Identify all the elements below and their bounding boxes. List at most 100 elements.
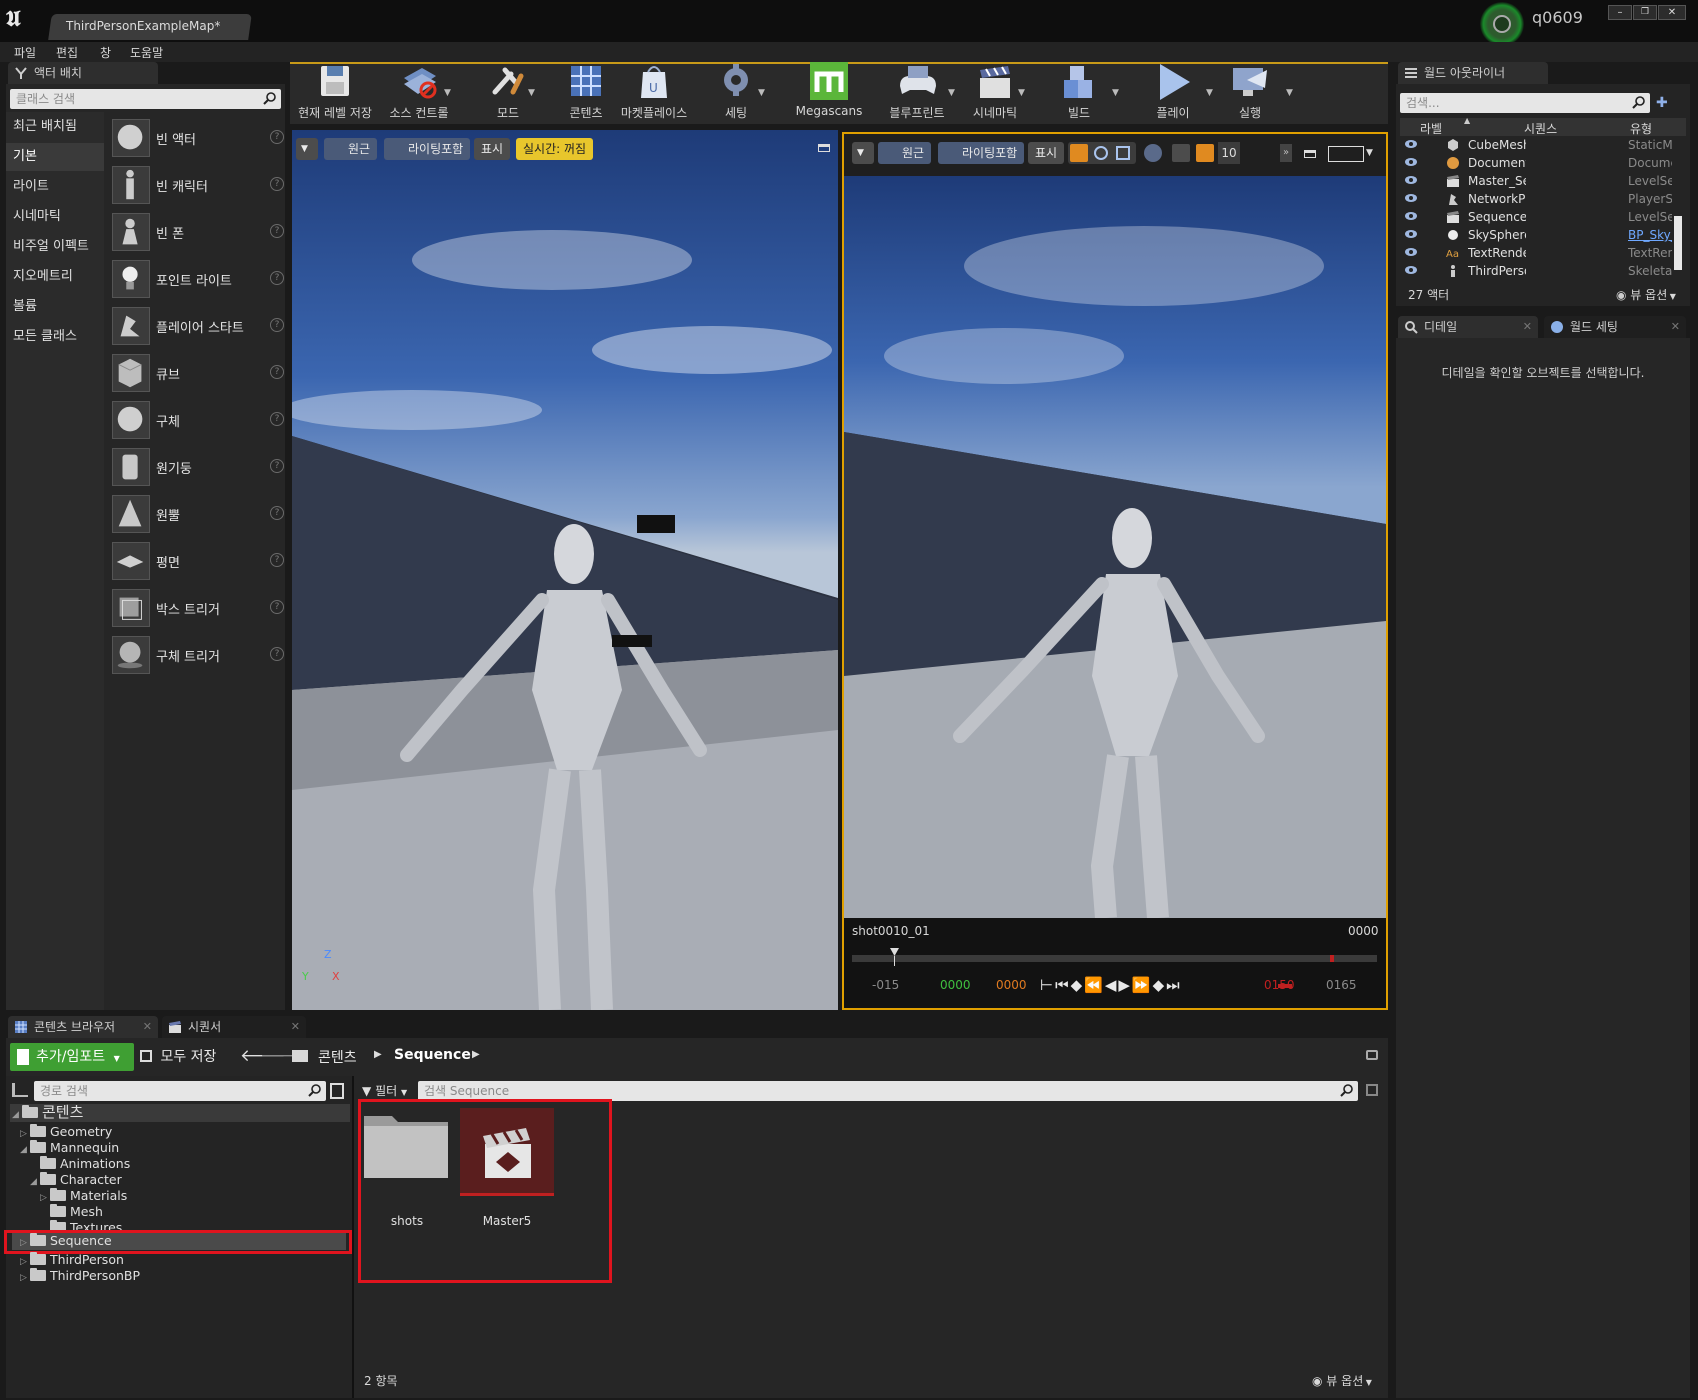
close-icon[interactable]: ✕: [291, 1016, 300, 1038]
breadcrumb-content[interactable]: 콘텐츠: [318, 1047, 357, 1067]
expand-arrow-icon[interactable]: ▷: [20, 1270, 30, 1286]
perspective-button[interactable]: 원근: [878, 142, 932, 164]
eye-icon[interactable]: [1404, 193, 1418, 203]
cinematic-viewport[interactable]: [842, 132, 1388, 1010]
asset-view-options-button[interactable]: ◉ 뷰 옵션 ▼: [1312, 1372, 1372, 1389]
play-icon[interactable]: ▶: [1118, 976, 1132, 994]
dropdown-chevron-icon[interactable]: ▼: [1112, 88, 1119, 98]
actor-item-player-start[interactable]: 플레이어 스타트?: [110, 304, 288, 348]
tree-item-character[interactable]: ◢ Character: [30, 1172, 122, 1188]
menu-window[interactable]: 창: [100, 44, 111, 61]
class-search-input[interactable]: 클래스 검색: [10, 89, 281, 109]
play-button[interactable]: 플레이: [1146, 62, 1200, 122]
tab-place-actors[interactable]: 액터 배치: [8, 62, 158, 84]
expand-arrow-icon[interactable]: ◢: [20, 1142, 30, 1158]
set-start-icon[interactable]: ⊢: [1040, 976, 1055, 994]
eye-icon[interactable]: [1404, 157, 1418, 167]
outliner-search-input[interactable]: 검색...: [1400, 93, 1650, 113]
show-menu-button[interactable]: 표시: [1028, 142, 1065, 164]
tab-world-outliner[interactable]: 월드 아웃라이너: [1398, 62, 1548, 84]
lighting-mode-button[interactable]: 라이팅포함: [938, 142, 1025, 164]
megascans-button[interactable]: Megascans: [788, 62, 870, 122]
eye-icon[interactable]: [1404, 175, 1418, 185]
lock-icon[interactable]: [1366, 1050, 1378, 1060]
outliner-row[interactable]: ThirdPersonCharacter SkeletalMeshActor: [1404, 262, 1682, 280]
help-icon[interactable]: ?: [270, 412, 284, 426]
actor-item-cylinder[interactable]: 원기둥?: [110, 445, 288, 489]
breadcrumb-separator-icon[interactable]: ▶: [472, 1049, 480, 1060]
help-icon[interactable]: ?: [270, 506, 284, 520]
loop-icon[interactable]: [1278, 984, 1292, 988]
outliner-row[interactable]: Aa TextRenderActor TextRenderActor: [1404, 244, 1682, 262]
actor-item-box-trigger[interactable]: 박스 트리거?: [110, 586, 288, 630]
outliner-scrollbar[interactable]: [1674, 216, 1682, 270]
maximize-viewport-icon[interactable]: [818, 144, 830, 152]
expand-arrow-icon[interactable]: ◢: [30, 1174, 40, 1190]
dropdown-chevron-icon[interactable]: ▼: [1206, 88, 1213, 98]
help-icon[interactable]: ?: [270, 647, 284, 661]
eye-icon[interactable]: [1404, 247, 1418, 257]
eye-icon[interactable]: [1404, 265, 1418, 275]
dropdown-chevron-icon[interactable]: ▼: [948, 88, 955, 98]
viewport-options-button[interactable]: ▼: [852, 142, 874, 164]
outliner-row[interactable]: DocumentationActor DocumentationActor: [1404, 154, 1682, 172]
tree-options-icon[interactable]: [12, 1083, 28, 1097]
step-back-icon[interactable]: ⏪: [1084, 976, 1105, 994]
world-local-icon[interactable]: [1144, 144, 1162, 162]
tree-item-geometry[interactable]: ▷ Geometry: [20, 1124, 112, 1140]
category-volumes[interactable]: 볼륨: [6, 293, 104, 321]
close-window-button[interactable]: ✕: [1658, 5, 1686, 20]
actor-item-empty-pawn[interactable]: 빈 폰?: [110, 210, 288, 254]
breadcrumb-separator-icon[interactable]: ▶: [374, 1049, 382, 1060]
close-icon[interactable]: ✕: [1671, 316, 1680, 338]
help-icon[interactable]: ?: [270, 365, 284, 379]
category-cinematic[interactable]: 시네마틱: [6, 203, 104, 231]
save-all-button[interactable]: 모두 저장: [140, 1043, 216, 1071]
prev-key-icon[interactable]: ◆: [1071, 976, 1085, 994]
tree-item-thirdperson[interactable]: ▷ ThirdPerson: [20, 1252, 124, 1268]
menu-help[interactable]: 도움말: [130, 44, 163, 61]
category-all-classes[interactable]: 모든 클래스: [6, 323, 104, 351]
view-start-frame[interactable]: -015: [872, 978, 899, 992]
close-icon[interactable]: ✕: [143, 1016, 152, 1038]
eye-icon[interactable]: [1404, 139, 1418, 149]
category-geometry[interactable]: 지오메트리: [6, 263, 104, 291]
help-icon[interactable]: ?: [270, 177, 284, 191]
next-key-icon[interactable]: ◆: [1153, 976, 1167, 994]
tree-item-mannequin[interactable]: ◢ Mannequin: [20, 1140, 119, 1156]
tab-world-settings[interactable]: 월드 세팅 ✕: [1544, 316, 1686, 338]
filter-button[interactable]: ▼ 필터 ▼: [362, 1081, 407, 1101]
dropdown-chevron-icon[interactable]: ▼: [528, 88, 535, 98]
more-options-icon[interactable]: »: [1280, 144, 1292, 162]
perspective-button[interactable]: 원근: [324, 138, 378, 160]
actor-item-empty-character[interactable]: 빈 캐릭터?: [110, 163, 288, 207]
category-visual-effects[interactable]: 비주얼 이펙트: [6, 233, 104, 261]
dropdown-chevron-icon[interactable]: ▼: [1018, 88, 1025, 98]
scale-tool-icon[interactable]: [1116, 146, 1130, 160]
column-type[interactable]: 유형: [1630, 120, 1652, 137]
help-icon[interactable]: ?: [270, 553, 284, 567]
jump-to-end-icon[interactable]: ⏭: [1166, 976, 1182, 994]
column-sequence[interactable]: 시퀀스: [1524, 120, 1557, 137]
in-frame-green[interactable]: 0000: [940, 978, 971, 992]
category-lights[interactable]: 라이트: [6, 173, 104, 201]
tree-item-materials[interactable]: ▷ Materials: [40, 1188, 127, 1204]
outliner-row-type-link[interactable]: BP_Sky_Sphere: [1628, 226, 1672, 244]
minimize-button[interactable]: –: [1608, 5, 1632, 20]
collections-toggle-icon[interactable]: [330, 1083, 344, 1099]
menu-edit[interactable]: 편집: [56, 44, 78, 61]
tab-content-browser[interactable]: 콘텐츠 브라우저 ✕: [8, 1016, 158, 1038]
build-button[interactable]: 빌드: [1054, 62, 1104, 122]
menu-file[interactable]: 파일: [14, 44, 36, 61]
tree-item-animations[interactable]: Animations: [30, 1156, 130, 1172]
category-recent[interactable]: 최근 배치됨: [6, 113, 104, 141]
aspect-ratio-button[interactable]: [1328, 146, 1364, 162]
maximize-button[interactable]: ❐: [1633, 5, 1657, 20]
add-import-button[interactable]: 추가/임포트 ▼: [10, 1043, 134, 1071]
grid-snap-icon[interactable]: [1196, 144, 1214, 162]
chevron-down-icon[interactable]: ▼: [1366, 148, 1373, 158]
content-button[interactable]: 콘텐츠: [556, 62, 616, 122]
dropdown-chevron-icon[interactable]: ▼: [1286, 88, 1293, 98]
grid-size-value[interactable]: 10: [1218, 142, 1240, 164]
unreal-logo-icon[interactable]: 𝖀: [6, 6, 32, 32]
